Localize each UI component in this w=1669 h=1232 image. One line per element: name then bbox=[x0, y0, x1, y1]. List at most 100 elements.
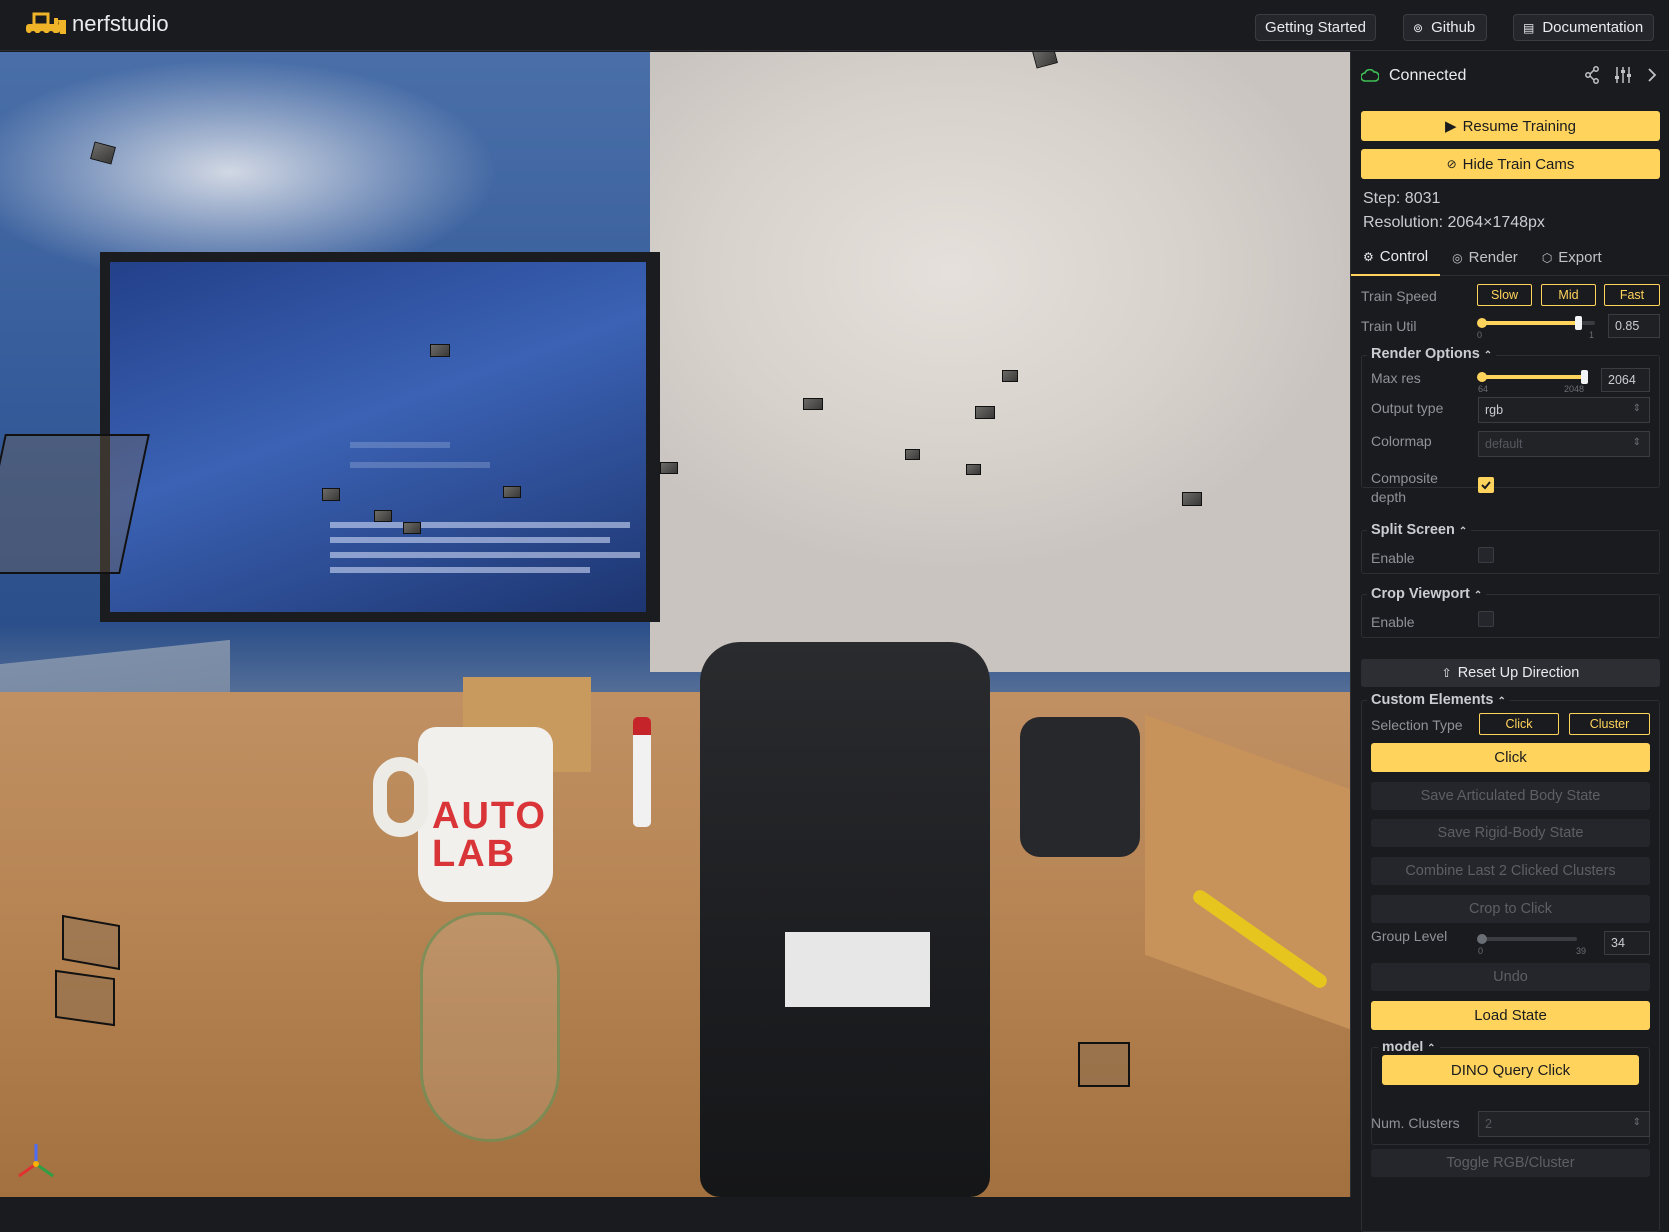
train-camera[interactable] bbox=[660, 462, 678, 474]
speed-slow-button[interactable]: Slow bbox=[1477, 284, 1532, 306]
composite-depth-label: Composite depth bbox=[1371, 469, 1438, 507]
model-title[interactable]: model ⌃ bbox=[1378, 1038, 1440, 1054]
axes-gizmo-icon bbox=[18, 1144, 54, 1178]
train-camera[interactable] bbox=[905, 449, 920, 460]
connection-label: Connected bbox=[1389, 67, 1467, 84]
output-type-select[interactable]: rgb ⇕ bbox=[1478, 397, 1650, 423]
3d-viewport[interactable]: AUTO LAB bbox=[0, 52, 1350, 1197]
selection-type-label: Selection Type bbox=[1371, 717, 1463, 733]
max-res-min: 64 bbox=[1478, 384, 1489, 394]
custom-elements-title-text: Custom Elements bbox=[1371, 692, 1494, 708]
crop-viewport-enable-label: Enable bbox=[1371, 614, 1415, 630]
train-camera-frustum[interactable] bbox=[1078, 1042, 1130, 1087]
getting-started-label: Getting Started bbox=[1265, 19, 1366, 36]
max-res-slider[interactable] bbox=[1477, 370, 1588, 384]
chevron-up-icon: ⌃ bbox=[1473, 590, 1483, 601]
max-res-input[interactable]: 2064 bbox=[1601, 368, 1650, 392]
train-camera[interactable] bbox=[966, 464, 981, 475]
top-bar: nerfstudio Getting Started ⊚ Github ▤ Do… bbox=[0, 0, 1669, 51]
tab-render-label: Render bbox=[1468, 249, 1518, 266]
crop-viewport-title[interactable]: Crop Viewport ⌃ bbox=[1367, 586, 1487, 602]
app-logo[interactable]: nerfstudio bbox=[24, 10, 169, 38]
num-clusters-input[interactable]: 2 ⇕ bbox=[1478, 1111, 1650, 1137]
tab-export[interactable]: ⬡ Export bbox=[1530, 240, 1614, 276]
train-camera[interactable] bbox=[403, 522, 421, 534]
train-util-label: Train Util bbox=[1361, 318, 1417, 334]
chevron-up-icon: ⌃ bbox=[1497, 696, 1506, 707]
github-icon: ⊚ bbox=[1413, 20, 1424, 35]
save-articulated-button[interactable]: Save Articulated Body State bbox=[1371, 782, 1650, 810]
train-util-slider[interactable] bbox=[1477, 316, 1595, 330]
crop-to-click-button[interactable]: Crop to Click bbox=[1371, 895, 1650, 923]
load-state-button[interactable]: Load State bbox=[1371, 1001, 1650, 1030]
train-camera[interactable] bbox=[90, 141, 116, 165]
split-screen-title-text: Split Screen bbox=[1371, 522, 1455, 538]
train-camera[interactable] bbox=[1182, 492, 1202, 506]
reset-up-direction-label: Reset Up Direction bbox=[1457, 665, 1580, 681]
tab-control[interactable]: ⚙ Control bbox=[1351, 240, 1441, 276]
eye-off-icon: ⊘ bbox=[1446, 157, 1457, 171]
render-options-title[interactable]: Render Options ⌃ bbox=[1367, 346, 1497, 362]
documentation-button[interactable]: ▤ Documentation bbox=[1513, 14, 1654, 41]
dino-query-click-button[interactable]: DINO Query Click bbox=[1382, 1055, 1639, 1085]
custom-elements-title[interactable]: Custom Elements ⌃ bbox=[1367, 692, 1510, 708]
hide-train-cams-button[interactable]: ⊘ Hide Train Cams bbox=[1361, 149, 1660, 179]
crop-viewport-checkbox[interactable] bbox=[1478, 611, 1494, 627]
train-camera[interactable] bbox=[975, 406, 995, 419]
crop-viewport-title-text: Crop Viewport bbox=[1371, 586, 1470, 602]
selection-click-button[interactable]: Click bbox=[1479, 713, 1559, 735]
group-level-input[interactable]: 34 bbox=[1604, 931, 1650, 955]
camera-icon: ◎ bbox=[1452, 250, 1463, 265]
composite-depth-checkbox[interactable] bbox=[1478, 477, 1494, 493]
output-type-label: Output type bbox=[1371, 400, 1444, 416]
selection-cluster-button[interactable]: Cluster bbox=[1569, 713, 1650, 735]
train-camera-frustum[interactable] bbox=[55, 969, 115, 1027]
speed-fast-button[interactable]: Fast bbox=[1604, 284, 1660, 306]
click-button[interactable]: Click bbox=[1371, 743, 1650, 772]
resume-training-label: Resume Training bbox=[1462, 117, 1576, 135]
max-res-label: Max res bbox=[1371, 370, 1421, 386]
scene-glass bbox=[420, 912, 560, 1142]
split-screen-enable-label: Enable bbox=[1371, 550, 1415, 566]
chevron-up-icon: ⌃ bbox=[1483, 350, 1493, 361]
save-rigid-button[interactable]: Save Rigid-Body State bbox=[1371, 819, 1650, 847]
split-screen-checkbox[interactable] bbox=[1478, 547, 1494, 563]
github-button[interactable]: ⊚ Github bbox=[1403, 14, 1487, 41]
scene-monitor bbox=[100, 252, 660, 622]
group-level-label: Group Level bbox=[1371, 928, 1448, 944]
group-level-max: 39 bbox=[1576, 946, 1587, 956]
select-chevron-icon: ⇕ bbox=[1632, 437, 1641, 448]
chevron-right-icon[interactable] bbox=[1646, 66, 1658, 84]
scene-pot bbox=[1020, 717, 1140, 857]
check-icon bbox=[1481, 481, 1491, 490]
tab-render[interactable]: ◎ Render bbox=[1440, 240, 1530, 276]
resume-training-button[interactable]: ▶ Resume Training bbox=[1361, 111, 1660, 141]
resolution-info: Resolution: 2064×1748px bbox=[1363, 214, 1545, 231]
sliders-icon[interactable] bbox=[1614, 66, 1632, 84]
speed-mid-button[interactable]: Mid bbox=[1541, 284, 1596, 306]
train-speed-label: Train Speed bbox=[1361, 288, 1437, 304]
train-camera[interactable] bbox=[1002, 370, 1018, 382]
github-label: Github bbox=[1431, 19, 1476, 36]
train-camera[interactable] bbox=[374, 510, 392, 522]
train-util-input[interactable]: 0.85 bbox=[1608, 314, 1660, 338]
getting-started-button[interactable]: Getting Started bbox=[1255, 14, 1376, 41]
train-camera[interactable] bbox=[430, 344, 450, 357]
step-info: Step: 8031 bbox=[1363, 190, 1441, 207]
reset-up-direction-button[interactable]: ⇧ Reset Up Direction bbox=[1361, 659, 1660, 687]
composite-depth-label-line1: Composite bbox=[1371, 470, 1438, 486]
mug-text-line1: AUTO bbox=[432, 795, 547, 837]
colormap-select[interactable]: default ⇕ bbox=[1478, 431, 1650, 457]
click-button-label: Click bbox=[1494, 749, 1527, 766]
train-camera[interactable] bbox=[503, 486, 521, 498]
toggle-rgb-cluster-button[interactable]: Toggle RGB/Cluster bbox=[1371, 1149, 1650, 1177]
combine-clusters-button[interactable]: Combine Last 2 Clicked Clusters bbox=[1371, 857, 1650, 885]
undo-button[interactable]: Undo bbox=[1371, 963, 1650, 991]
split-screen-title[interactable]: Split Screen ⌃ bbox=[1367, 522, 1472, 538]
group-level-slider[interactable] bbox=[1477, 934, 1577, 944]
share-icon[interactable] bbox=[1584, 66, 1600, 84]
train-camera[interactable] bbox=[322, 488, 340, 501]
select-chevron-icon: ⇕ bbox=[1632, 403, 1641, 414]
train-camera[interactable] bbox=[803, 398, 823, 410]
scene-marker bbox=[633, 717, 651, 827]
